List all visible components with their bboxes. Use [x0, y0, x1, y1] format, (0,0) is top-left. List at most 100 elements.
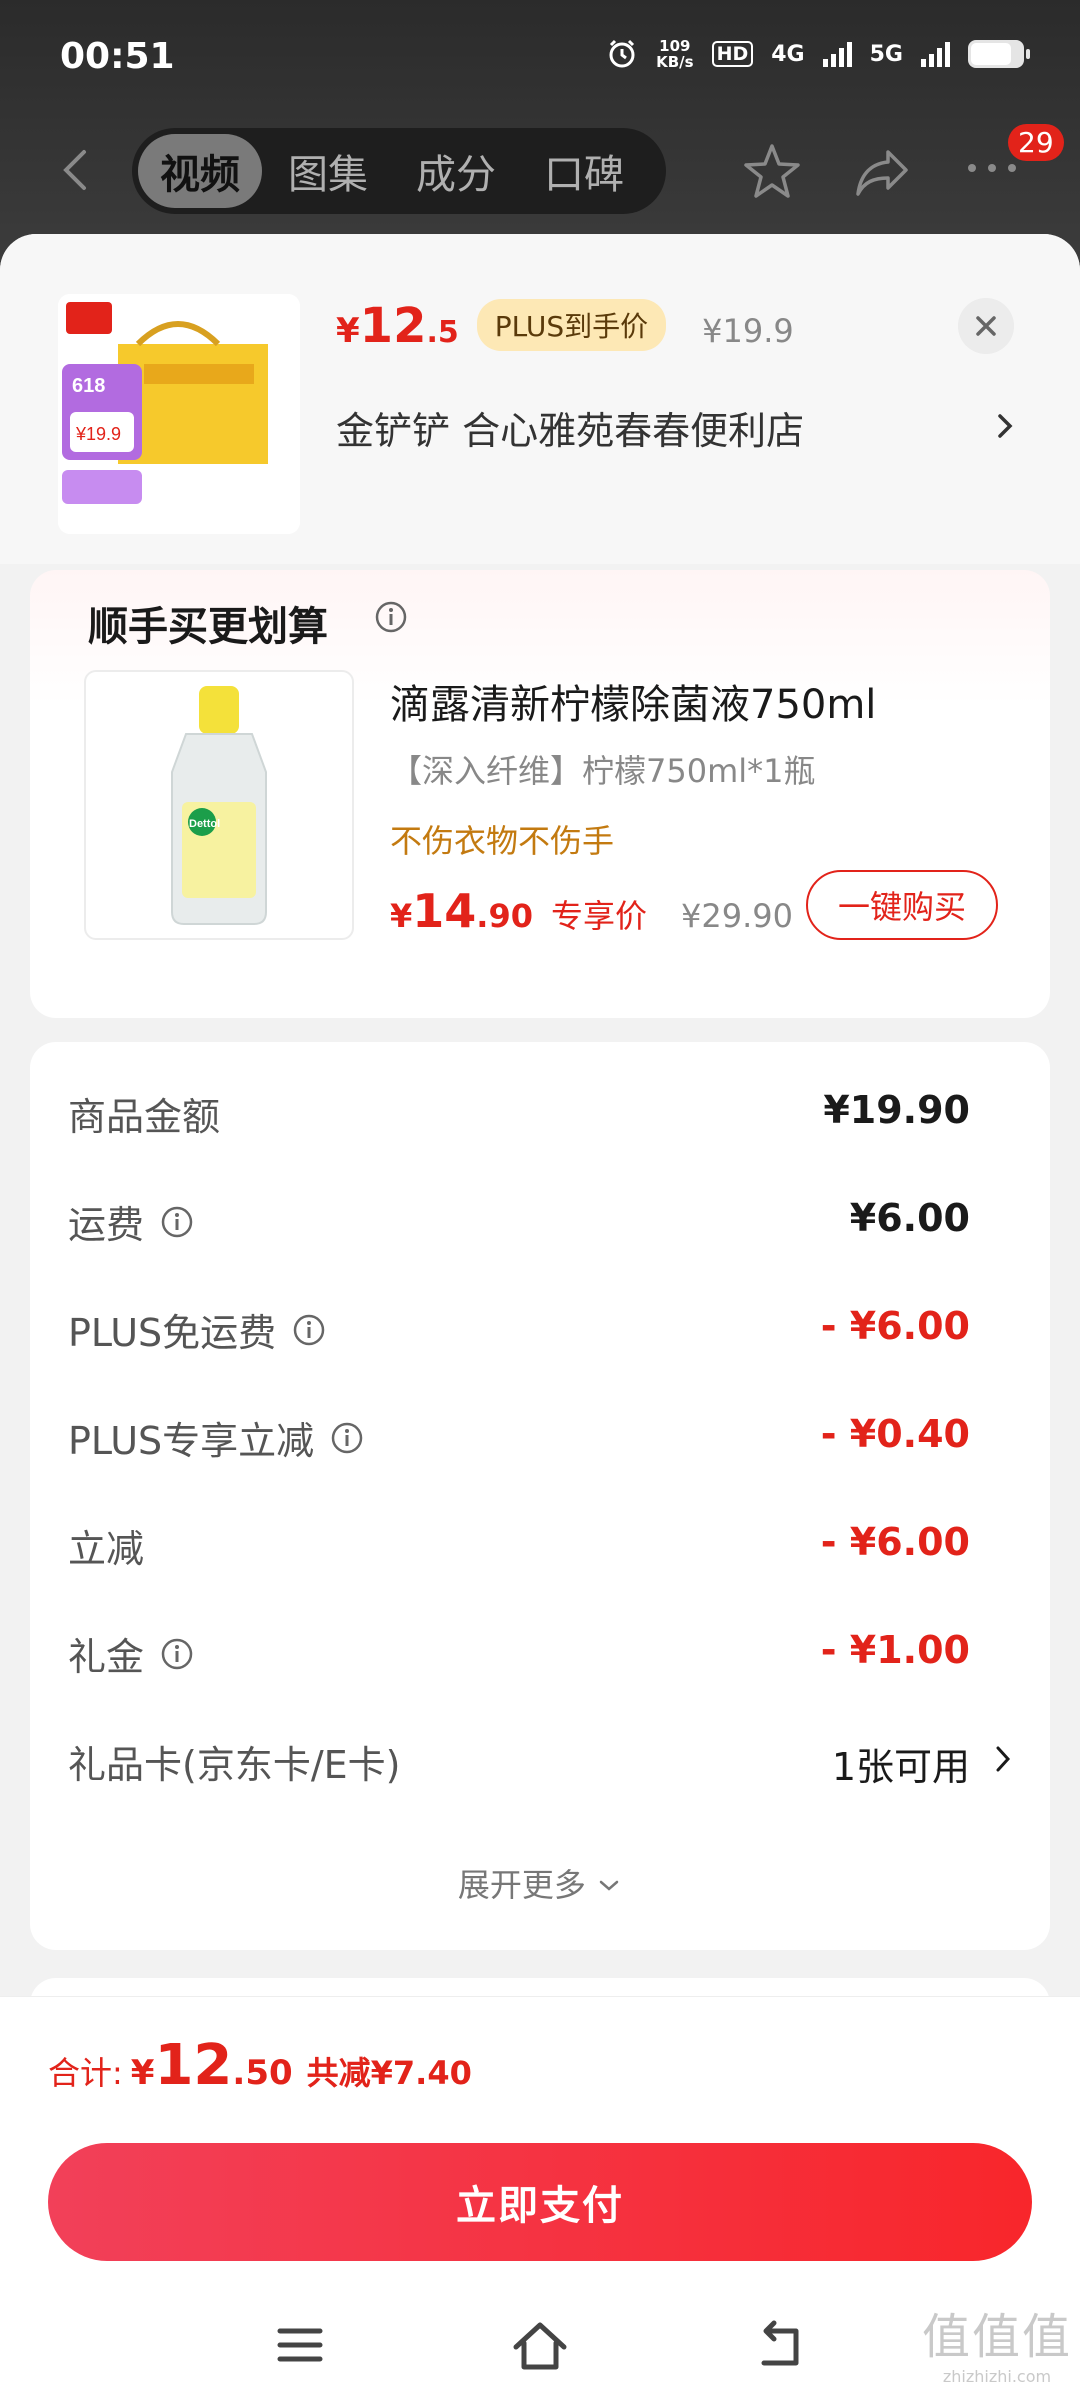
net-speed: 109 KB/s — [656, 38, 693, 70]
signal-icon — [822, 41, 852, 67]
status-icons: 109 KB/s HD 4G 5G — [606, 38, 1030, 70]
cost-label: 礼品卡(京东卡/E卡) — [68, 1734, 400, 1789]
addon-product-spec: 【深入纤维】柠檬750ml*1瓶 — [390, 752, 816, 790]
cost-value: ¥6.00 — [849, 1196, 970, 1240]
addon-price-row: ¥14.90 专享价 ¥29.90 — [390, 884, 793, 938]
cost-row-goods: 商品金额 ¥19.90 — [30, 1070, 1050, 1150]
cracker-box-image: 618 ¥19.9 — [58, 294, 300, 534]
signal-icon-2 — [921, 41, 950, 67]
battery-level — [971, 43, 1011, 65]
cost-label: PLUS专享立减 — [68, 1410, 364, 1465]
favorite-star-icon[interactable] — [740, 140, 804, 204]
disinfectant-bottle-image: Dettol — [171, 686, 267, 925]
cost-label-text: 礼金 — [68, 1635, 145, 1679]
menu-icon[interactable] — [272, 2317, 328, 2373]
net-speed-unit: KB/s — [656, 53, 694, 71]
bottle-brand: Dettol — [189, 818, 220, 830]
system-nav-bar — [0, 2297, 1080, 2397]
product-image: 618 ¥19.9 — [58, 294, 300, 534]
info-icon[interactable] — [374, 600, 408, 634]
tab-gallery[interactable]: 图集 — [266, 134, 390, 208]
pay-now-button[interactable]: 立即支付 — [48, 2143, 1032, 2261]
total-label: 合计: — [48, 2054, 123, 2092]
cost-label: 礼金 — [68, 1626, 194, 1681]
price-integer: 12 — [359, 298, 427, 354]
cost-value: - ¥6.00 — [820, 1304, 970, 1348]
addon-product-image[interactable]: Dettol — [84, 670, 354, 940]
currency-symbol: ¥ — [336, 311, 360, 351]
product-nav: 视频 图集 成分 口碑 29 — [0, 124, 1080, 214]
info-icon[interactable] — [160, 1637, 194, 1671]
battery-icon — [968, 40, 1030, 68]
chevron-right-icon[interactable] — [990, 406, 1020, 446]
back-arrow-icon[interactable] — [50, 142, 106, 198]
home-icon[interactable] — [510, 2317, 570, 2373]
cost-value: - ¥0.40 — [820, 1412, 970, 1456]
addon-product-slogan: 不伤衣物不伤手 — [390, 822, 615, 860]
tab-video[interactable]: 视频 — [138, 134, 262, 208]
tab-reviews[interactable]: 口碑 — [522, 134, 646, 208]
product-summary: 618 ¥19.9 ¥12.5 PLUS到手价 ¥19.9 金铲铲 合心雅苑春春… — [0, 234, 1080, 564]
plus-price-tag: PLUS到手价 — [476, 299, 667, 351]
tab-bar: 视频 图集 成分 口碑 — [132, 128, 666, 214]
addon-offer-card: 顺手买更划算 Dettol 滴露清新柠檬除菌液750ml 【深入纤维】柠檬750… — [30, 570, 1050, 1018]
addon-title: 顺手买更划算 — [88, 604, 328, 650]
info-icon[interactable] — [160, 1205, 194, 1239]
expand-more-button[interactable]: 展开更多 — [30, 1860, 1050, 1906]
close-icon[interactable] — [958, 298, 1014, 354]
cost-row-plus-discount: PLUS专享立减 - ¥0.40 — [30, 1394, 1050, 1474]
watermark-logo: 值值值 — [921, 2309, 1072, 2365]
info-icon[interactable] — [292, 1313, 326, 1347]
price-decimal: .5 — [426, 315, 459, 350]
net-type-2: 5G — [869, 41, 903, 67]
net-type-1: 4G — [771, 41, 805, 67]
order-total: 合计: ¥12.50 共减¥7.40 — [48, 2033, 472, 2098]
cost-label-text: 运费 — [68, 1203, 145, 1247]
total-price: ¥12.50 — [131, 2033, 293, 2098]
addon-price: ¥14.90 — [390, 884, 533, 938]
status-bar: 00:51 109 KB/s HD 4G 5G — [0, 0, 1080, 118]
watermark-url: zhizhizhi.com — [942, 2367, 1052, 2386]
alarm-icon — [609, 39, 635, 68]
store-name[interactable]: 金铲铲 合心雅苑春春便利店 — [336, 400, 804, 455]
cost-row-cash-gift: 礼金 - ¥1.00 — [30, 1610, 1050, 1690]
message-count-badge: 29 — [1008, 124, 1064, 161]
cost-label-text: 立减 — [68, 1527, 145, 1571]
cost-value: - ¥6.00 — [820, 1520, 970, 1564]
exclusive-price-label: 专享价 — [550, 897, 647, 935]
site-watermark: 值值值 zhizhizhi.com — [922, 2297, 1072, 2386]
chevron-right-icon[interactable] — [992, 1742, 1014, 1776]
cost-value: ¥19.90 — [823, 1088, 970, 1132]
cost-label: 运费 — [68, 1194, 194, 1249]
cost-row-shipping: 运费 ¥6.00 — [30, 1178, 1050, 1258]
addon-product-name[interactable]: 滴露清新柠檬除菌液750ml — [390, 672, 876, 730]
cost-row-plus-free-shipping: PLUS免运费 - ¥6.00 — [30, 1286, 1050, 1366]
share-icon[interactable] — [852, 142, 912, 202]
back-system-icon[interactable] — [752, 2317, 808, 2373]
product-price-row: ¥12.5 PLUS到手价 ¥19.9 — [336, 298, 794, 357]
cost-label-text: PLUS免运费 — [68, 1311, 277, 1355]
gift-card-availability[interactable]: 1张可用 — [832, 1736, 970, 1791]
product-price: ¥12.5 — [336, 298, 459, 354]
thumb-price: ¥19.9 — [75, 424, 121, 444]
one-click-buy-button[interactable]: 一键购买 — [806, 870, 998, 940]
cost-label-text: PLUS专享立减 — [68, 1419, 315, 1463]
cost-label: 商品金额 — [68, 1086, 220, 1141]
expand-more-label: 展开更多 — [457, 1866, 586, 1904]
cost-row-instant-discount: 立减 - ¥6.00 — [30, 1502, 1050, 1582]
cost-label: 立减 — [68, 1518, 144, 1573]
cost-label-text: 礼品卡(京东卡/E卡) — [68, 1743, 401, 1787]
cost-label: PLUS免运费 — [68, 1302, 326, 1357]
thumb-618-badge: 618 — [72, 375, 105, 397]
cost-row-gift-card[interactable]: 礼品卡(京东卡/E卡) 1张可用 — [30, 1718, 1050, 1798]
addon-original-price: ¥29.90 — [680, 897, 793, 935]
price-decimal: .50 — [232, 2053, 293, 2093]
original-price: ¥19.9 — [702, 312, 794, 350]
status-time: 00:51 — [60, 36, 175, 77]
price-integer: 14 — [412, 884, 477, 938]
price-decimal: .90 — [476, 897, 533, 935]
tab-ingredients[interactable]: 成分 — [394, 134, 518, 208]
cost-label-text: 商品金额 — [68, 1095, 221, 1139]
currency-symbol: ¥ — [390, 897, 413, 935]
info-icon[interactable] — [330, 1421, 364, 1455]
